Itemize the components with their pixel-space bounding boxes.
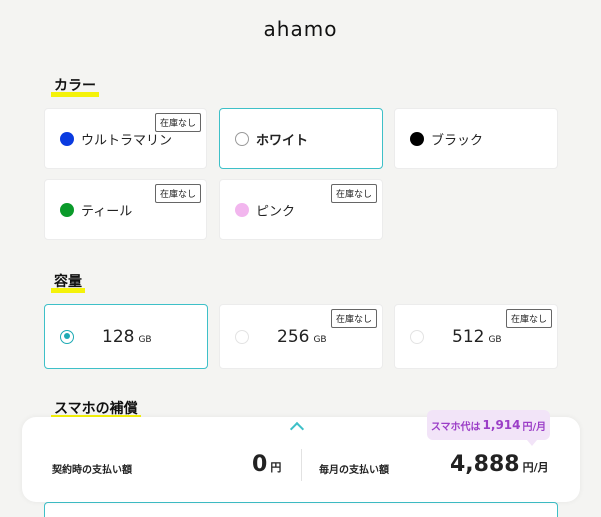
capacity-option-512[interactable]: 512 GB 在庫なし (394, 304, 558, 369)
black-swatch-icon (410, 131, 424, 146)
out-of-stock-badge: 在庫なし (154, 184, 201, 203)
initial-payment-value: 0円 (252, 452, 282, 477)
capacity-value: 512 GB (452, 326, 502, 347)
divider (301, 449, 302, 481)
white-swatch-icon (235, 131, 249, 146)
monthly-payment-value: 4,888 円/月 (450, 452, 549, 477)
capacity-option-256[interactable]: 256 GB 在庫なし (219, 304, 383, 369)
capacity-section-title: 容量 (51, 271, 85, 293)
out-of-stock-badge: 在庫なし (330, 309, 377, 328)
monthly-payment-label: 毎月の支払い額 (319, 465, 389, 476)
color-option-label: ピンク (256, 204, 296, 219)
color-option-teal[interactable]: ティール 在庫なし (44, 179, 207, 240)
color-option-pink[interactable]: ピンク 在庫なし (219, 179, 383, 240)
color-option-label: ブラック (431, 133, 484, 148)
color-option-label: ホワイト (256, 133, 309, 148)
out-of-stock-badge: 在庫なし (330, 184, 377, 203)
teal-swatch-icon (60, 202, 74, 217)
radio-icon (235, 329, 249, 344)
radio-selected-icon (60, 329, 74, 344)
color-section-title: カラー (51, 75, 99, 97)
pink-swatch-icon (235, 202, 249, 217)
out-of-stock-badge: 在庫なし (154, 113, 201, 132)
radio-icon (410, 329, 424, 344)
out-of-stock-badge: 在庫なし (505, 309, 552, 328)
ultramarine-swatch-icon (60, 131, 74, 146)
color-option-black[interactable]: ブラック (394, 108, 558, 169)
color-option-white[interactable]: ホワイト (219, 108, 383, 169)
capacity-value: 128 GB (102, 326, 152, 347)
initial-payment-label: 契約時の支払い額 (52, 465, 132, 476)
capacity-value: 256 GB (277, 326, 327, 347)
color-option-label: ティール (81, 204, 133, 219)
chevron-up-icon[interactable] (289, 421, 305, 437)
ahamo-logo: ahamo (263, 17, 338, 41)
warranty-section-title: スマホの補償 (51, 398, 141, 420)
phone-cost-bubble: スマホ代は 1,914 円/月 (427, 410, 550, 446)
color-option-ultramarine[interactable]: ウルトラマリン 在庫なし (44, 108, 207, 169)
capacity-option-128[interactable]: 128 GB (44, 304, 208, 369)
warranty-option-card[interactable] (44, 502, 558, 517)
